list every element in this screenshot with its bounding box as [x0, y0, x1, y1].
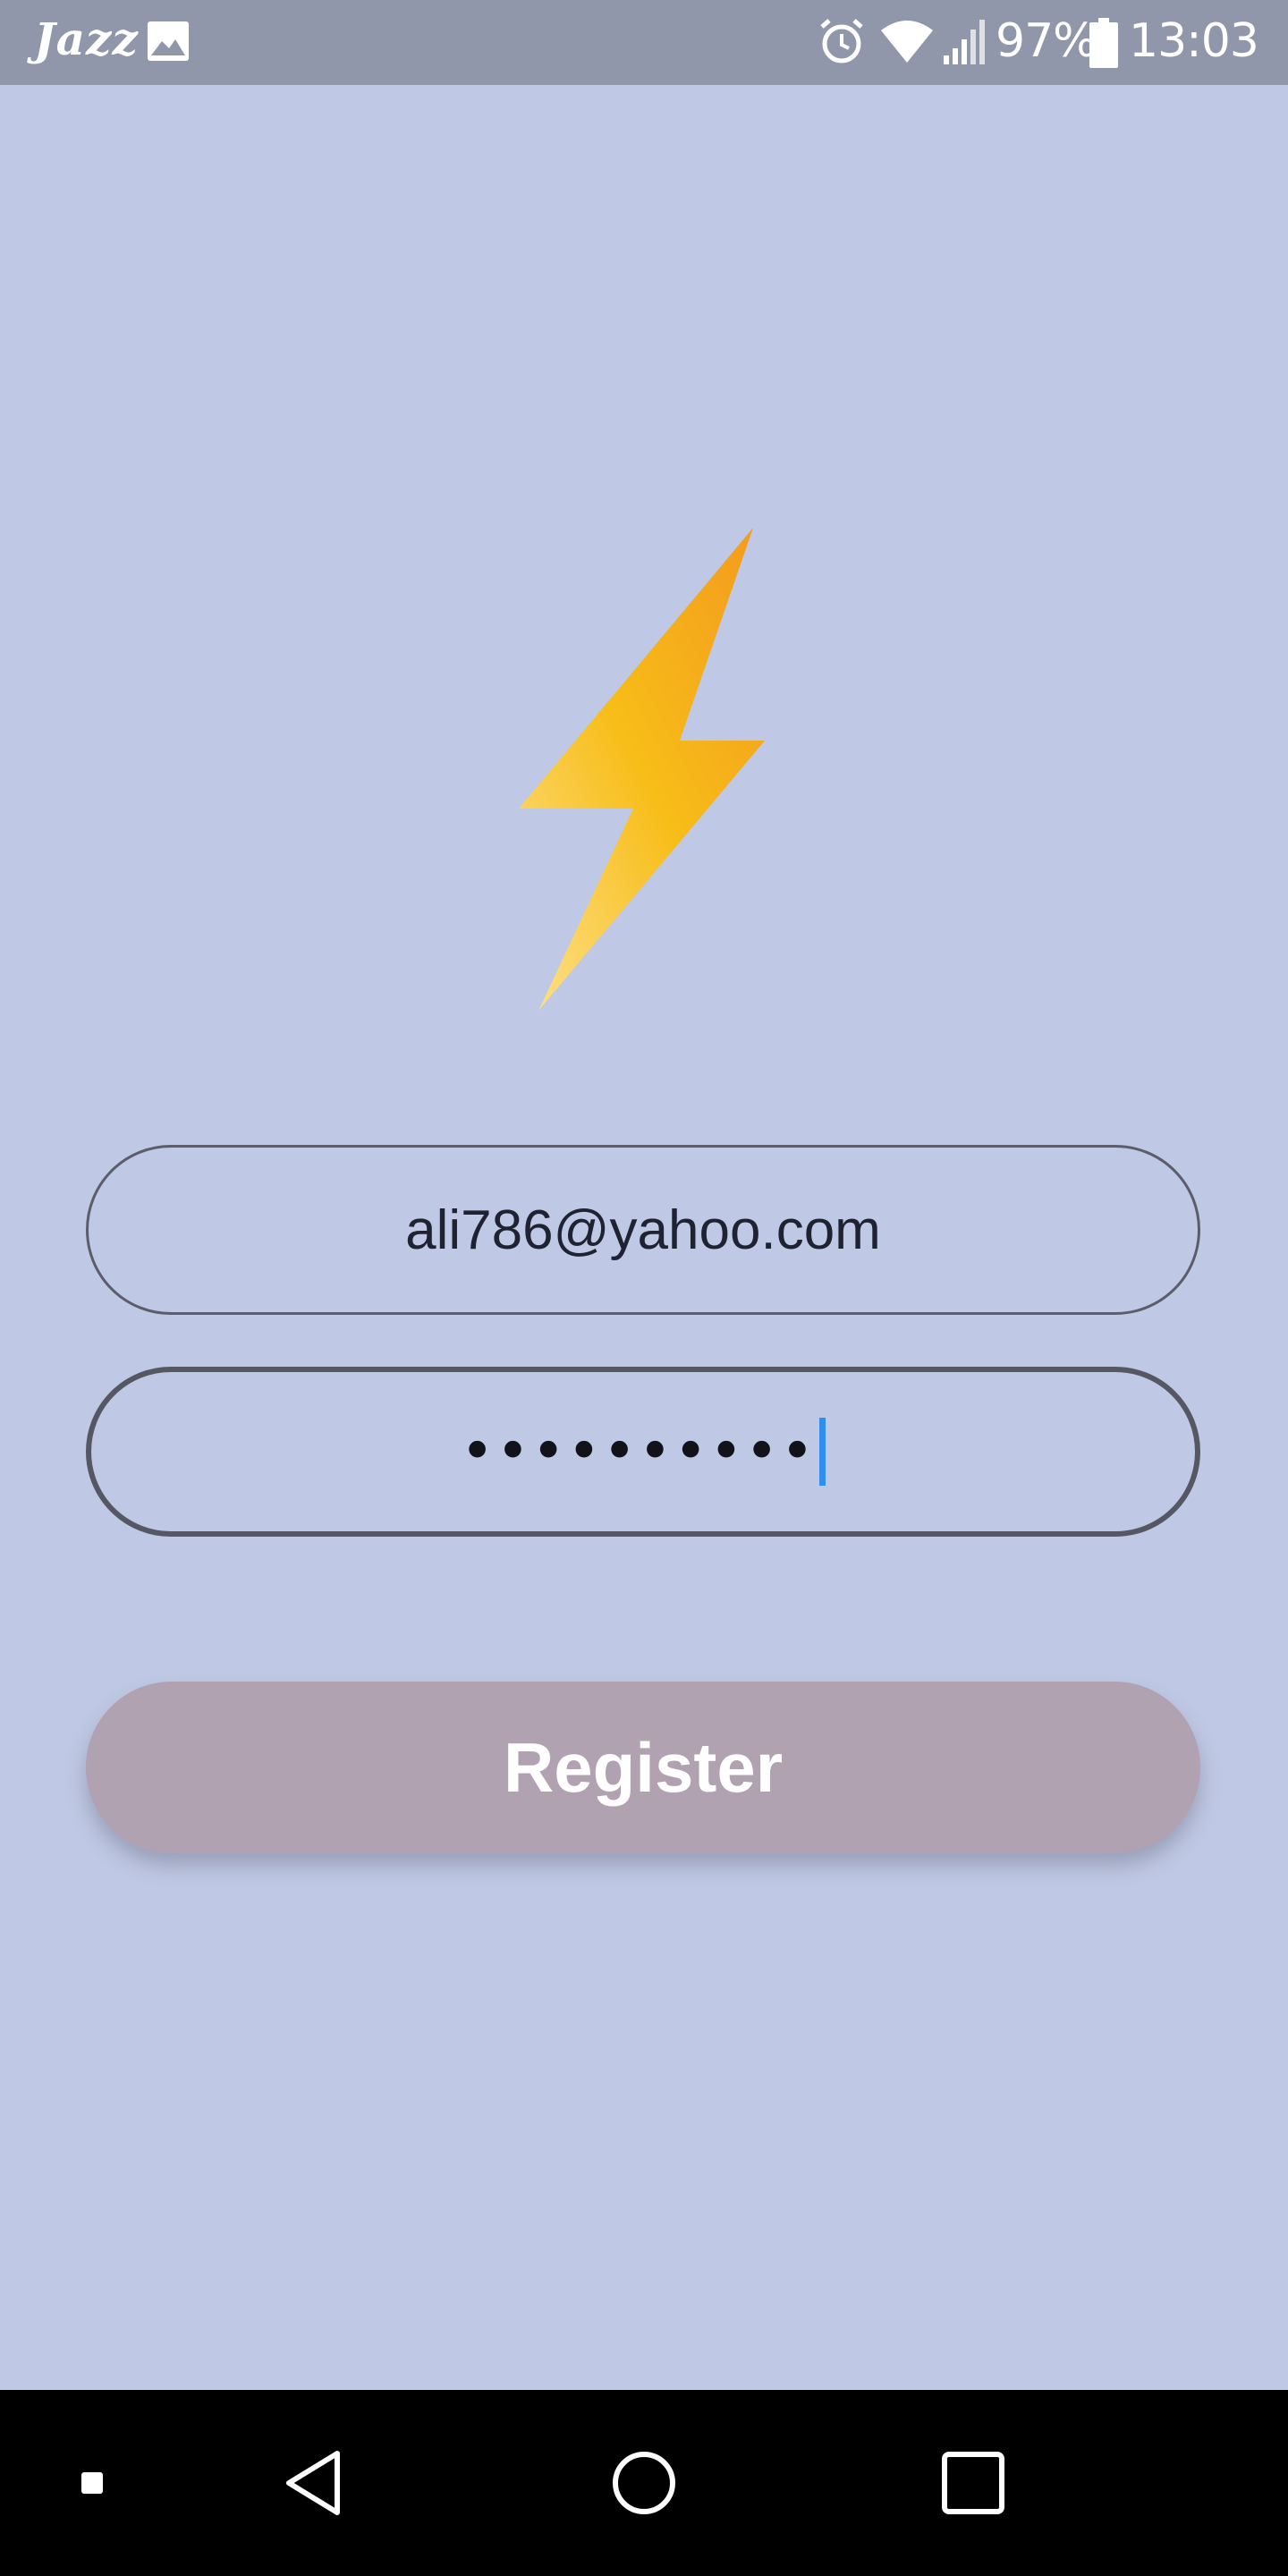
wifi-icon [879, 18, 935, 69]
register-button[interactable]: Register [86, 1682, 1200, 1853]
password-content: •••••••••• [461, 1418, 826, 1486]
clock: 13:03 [1129, 14, 1259, 68]
email-field[interactable]: ali786@yahoo.com [86, 1145, 1200, 1315]
lightning-bolt-icon [519, 528, 765, 1011]
home-icon[interactable] [599, 2390, 689, 2576]
text-cursor [819, 1418, 826, 1486]
battery-percent: 97% [996, 14, 1097, 68]
image-icon [146, 20, 191, 67]
register-screen: Jazz 97% 13:03 ali786@yahoo.com ••••••••… [0, 0, 1288, 2576]
signal-icon [942, 18, 988, 71]
navigation-bar [0, 2390, 1288, 2576]
battery-icon [1089, 18, 1118, 72]
password-mask: •••••••••• [460, 1419, 817, 1485]
carrier-label: Jazz [34, 13, 139, 65]
back-icon[interactable] [268, 2390, 358, 2576]
recents-icon[interactable] [928, 2390, 1018, 2576]
password-field[interactable]: •••••••••• [86, 1367, 1200, 1537]
alarm-icon [817, 16, 867, 71]
email-value: ali786@yahoo.com [405, 1199, 881, 1261]
menu-square-icon[interactable] [54, 2390, 131, 2576]
status-bar: Jazz 97% 13:03 [0, 0, 1288, 85]
